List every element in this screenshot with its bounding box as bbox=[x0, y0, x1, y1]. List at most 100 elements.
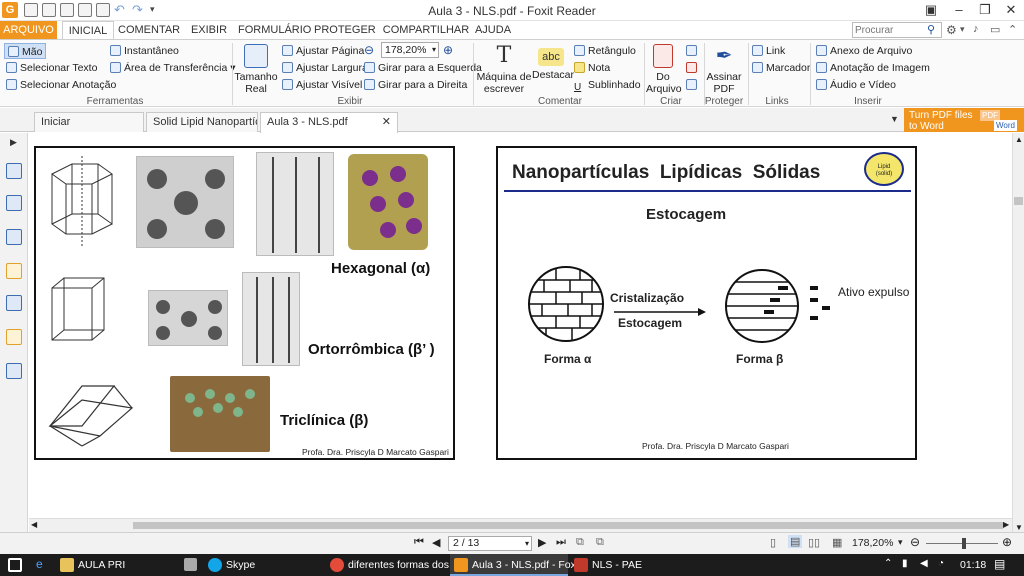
tab-exibir[interactable]: EXIBIR bbox=[186, 21, 232, 40]
layers-icon[interactable] bbox=[6, 195, 22, 211]
edge-browser-icon[interactable]: e bbox=[36, 557, 43, 571]
layout-icon[interactable]: ▣ bbox=[922, 2, 940, 18]
doc-tab-solid-lipid[interactable]: Solid Lipid Nanopartícl... bbox=[146, 112, 258, 132]
fit-visible-button[interactable]: Ajustar Visível bbox=[282, 77, 362, 93]
audio-video-button[interactable]: Áudio e Vídeo bbox=[816, 77, 896, 93]
create-icon-2[interactable] bbox=[686, 62, 697, 73]
attach-file-button[interactable]: Anexo de Arquivo bbox=[816, 43, 912, 59]
taskbar-item-skype[interactable]: Skype bbox=[204, 554, 324, 576]
vertical-scrollbar[interactable]: ▲ ▼ bbox=[1012, 133, 1024, 537]
doc-tab-iniciar[interactable]: Iniciar bbox=[34, 112, 144, 132]
search-icon[interactable]: ⚲ bbox=[927, 23, 935, 36]
tray-wifi-icon[interactable]: ◔ bbox=[938, 558, 944, 569]
horizontal-scroll-thumb[interactable] bbox=[133, 522, 1003, 529]
previous-view-icon[interactable]: ⧉ bbox=[576, 536, 584, 549]
tab-ajuda[interactable]: AJUDA bbox=[474, 21, 512, 40]
bookmarks-icon[interactable] bbox=[6, 229, 22, 245]
next-page-icon[interactable]: ▶ bbox=[538, 536, 546, 549]
zoom-slider-thumb[interactable] bbox=[962, 538, 966, 549]
pages-icon[interactable] bbox=[6, 163, 22, 179]
doc-tab-aula3[interactable]: Aula 3 - NLS.pdf ✕ bbox=[260, 112, 398, 133]
page-number-field[interactable]: 2 / 13 ▾ bbox=[448, 536, 532, 551]
tray-volume-icon[interactable]: ◀ bbox=[920, 558, 928, 569]
comments-icon[interactable] bbox=[6, 263, 22, 279]
zoom-out-icon[interactable]: ⊖ bbox=[364, 43, 374, 57]
scroll-down-icon[interactable]: ▼ bbox=[1015, 523, 1023, 532]
tab-proteger[interactable]: PROTEGER bbox=[314, 21, 376, 40]
horizontal-scrollbar[interactable]: ◀ ▶ bbox=[29, 518, 1012, 532]
status-zoom-dropdown-icon[interactable]: ▾ bbox=[898, 537, 903, 548]
store-icon[interactable] bbox=[184, 558, 197, 571]
tab-arquivo[interactable]: ARQUIVO bbox=[0, 21, 57, 40]
link-button[interactable]: Link bbox=[752, 43, 785, 59]
security-lock-icon[interactable] bbox=[6, 329, 22, 345]
rotate-left-button[interactable]: Girar para a Esquerda bbox=[364, 60, 482, 76]
gear-icon[interactable]: ⚙ bbox=[946, 23, 957, 37]
snapshot-button[interactable]: Instantâneo bbox=[110, 43, 179, 59]
start-windows-icon[interactable] bbox=[8, 558, 22, 572]
status-zoom-out-icon[interactable]: ⊖ bbox=[910, 535, 920, 549]
scroll-left-icon[interactable]: ◀ bbox=[31, 520, 37, 529]
fit-page-button[interactable]: Ajustar Página bbox=[282, 43, 364, 59]
tab-compartilhar[interactable]: COMPARTILHAR bbox=[382, 21, 470, 40]
actual-size-button[interactable]: Tamanho Real bbox=[234, 44, 278, 95]
close-tab-icon[interactable]: ✕ bbox=[382, 113, 391, 131]
highlight-button[interactable]: abc Destacar bbox=[532, 44, 574, 81]
taskbar-item-aula-pri[interactable]: AULA PRI bbox=[56, 554, 172, 576]
bell-icon[interactable]: ♪ bbox=[973, 23, 979, 35]
search-input[interactable] bbox=[855, 24, 925, 36]
tray-network-icon[interactable]: ▮ bbox=[902, 558, 908, 569]
taskbar-item-chrome[interactable]: diferentes formas dos... bbox=[326, 554, 458, 576]
status-zoom-in-icon[interactable]: ⊕ bbox=[1002, 535, 1012, 549]
tab-formulario[interactable]: FORMULÁRIO bbox=[238, 21, 311, 40]
expand-panel-icon[interactable]: ▶ bbox=[10, 137, 17, 148]
notifications-icon[interactable]: ▤ bbox=[994, 557, 1005, 571]
continuous-facing-icon[interactable]: ▦ bbox=[832, 536, 842, 549]
sign-pdf-button[interactable]: ✒ Assinar PDF bbox=[705, 44, 743, 95]
hand-tool-button[interactable]: Mão bbox=[4, 43, 47, 59]
rotate-right-button[interactable]: Girar para a Direita bbox=[364, 77, 467, 93]
prev-page-icon[interactable]: ◀ bbox=[432, 536, 440, 549]
zoom-in-icon[interactable]: ⊕ bbox=[443, 43, 453, 57]
attachments-icon[interactable] bbox=[6, 295, 22, 311]
from-file-button[interactable]: Do Arquivo bbox=[646, 44, 682, 95]
bookmark-button[interactable]: Marcador bbox=[752, 60, 810, 76]
close-button[interactable]: ✕ bbox=[1002, 2, 1020, 18]
last-page-icon[interactable]: ⏭ bbox=[556, 536, 566, 549]
tray-chevron-icon[interactable]: ⌃ bbox=[884, 558, 892, 569]
select-text-button[interactable]: Selecionar Texto bbox=[6, 60, 97, 76]
typewriter-button[interactable]: T Máquina de escrever bbox=[476, 44, 532, 96]
create-icon-1[interactable] bbox=[686, 45, 697, 56]
single-page-view-icon[interactable]: ▯ bbox=[770, 536, 776, 549]
next-view-icon[interactable]: ⧉ bbox=[596, 536, 604, 549]
clipboard-button[interactable]: Área de Transferência ▾ bbox=[110, 60, 236, 76]
taskbar-item-nls-pae[interactable]: NLS - PAE bbox=[570, 554, 686, 576]
tab-comentar[interactable]: COMENTAR bbox=[118, 21, 180, 40]
select-annotation-button[interactable]: Selecionar Anotação bbox=[6, 77, 116, 93]
create-icon-3[interactable] bbox=[686, 79, 697, 90]
minimize-button[interactable]: – bbox=[950, 2, 968, 17]
scroll-up-icon[interactable]: ▲ bbox=[1015, 135, 1023, 144]
tab-inicial[interactable]: INICIAL bbox=[62, 21, 114, 40]
facing-view-icon[interactable]: ▯▯ bbox=[808, 536, 820, 549]
view-icon[interactable]: ▭ bbox=[990, 23, 1000, 36]
collapse-ribbon-icon[interactable]: ⌃ bbox=[1008, 23, 1017, 36]
zoom-select[interactable]: 178,20% ▾ bbox=[381, 42, 439, 58]
underline-button[interactable]: U Sublinhado bbox=[574, 77, 641, 93]
rectangle-button[interactable]: Retângulo bbox=[574, 43, 636, 59]
scroll-right-icon[interactable]: ▶ bbox=[1003, 520, 1009, 529]
gear-dropdown-icon[interactable]: ▾ bbox=[960, 24, 965, 35]
promo-banner[interactable]: Turn PDF files to Word PDF Word bbox=[904, 108, 1024, 132]
restore-button[interactable]: ❐ bbox=[976, 2, 994, 18]
search-box[interactable]: ⚲ bbox=[852, 22, 942, 38]
image-annotation-button[interactable]: Anotação de Imagem bbox=[816, 60, 930, 76]
taskbar-item-foxit[interactable]: Aula 3 - NLS.pdf - Fox... bbox=[450, 554, 585, 576]
continuous-view-icon[interactable]: ▤ bbox=[788, 535, 803, 548]
vertical-scroll-thumb[interactable] bbox=[1014, 197, 1023, 205]
note-button[interactable]: Nota bbox=[574, 60, 610, 76]
first-page-icon[interactable]: ⏮ bbox=[414, 536, 424, 549]
signatures-icon[interactable] bbox=[6, 363, 22, 379]
fit-width-button[interactable]: Ajustar Largura bbox=[282, 60, 368, 76]
tab-list-dropdown-icon[interactable]: ▼ bbox=[890, 114, 899, 124]
document-canvas[interactable]: Hexagonal (α) Ortorrômbica (β’ ) Triclín… bbox=[29, 133, 1012, 518]
